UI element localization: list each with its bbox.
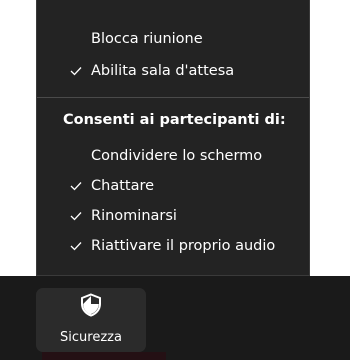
menu-item-lock-meeting[interactable]: Blocca riunione: [37, 24, 309, 54]
menu-item-unmute[interactable]: Riattivare il proprio audio: [37, 231, 309, 261]
menu-item-enable-waiting-room[interactable]: Abilita sala d'attesa: [37, 56, 309, 86]
menu-item-label: Rinominarsi: [91, 208, 177, 224]
menu-item-label: Blocca riunione: [91, 31, 203, 47]
menu-item-share-screen[interactable]: Condividere lo schermo: [37, 141, 309, 171]
check-icon: [68, 178, 84, 194]
menu-item-label: Abilita sala d'attesa: [91, 63, 235, 79]
check-icon: [68, 238, 84, 254]
menu-divider: [37, 97, 309, 98]
check-icon: [68, 208, 84, 224]
security-dropdown-menu: Blocca riunione Abilita sala d'attesa Co…: [36, 0, 310, 276]
menu-item-label: Chattare: [91, 178, 155, 194]
check-icon: [68, 63, 84, 79]
security-button-label: Sicurezza: [60, 330, 122, 345]
menu-item-label: Condividere lo schermo: [91, 148, 263, 164]
security-button[interactable]: Sicurezza: [36, 288, 146, 352]
toolbar-accent: [42, 352, 166, 360]
menu-item-rename[interactable]: Rinominarsi: [37, 201, 309, 231]
menu-item-chat[interactable]: Chattare: [37, 171, 309, 201]
section-title: Consenti ai partecipanti di:: [63, 112, 286, 128]
menu-item-label: Riattivare il proprio audio: [91, 238, 276, 254]
shield-icon: [80, 293, 102, 317]
